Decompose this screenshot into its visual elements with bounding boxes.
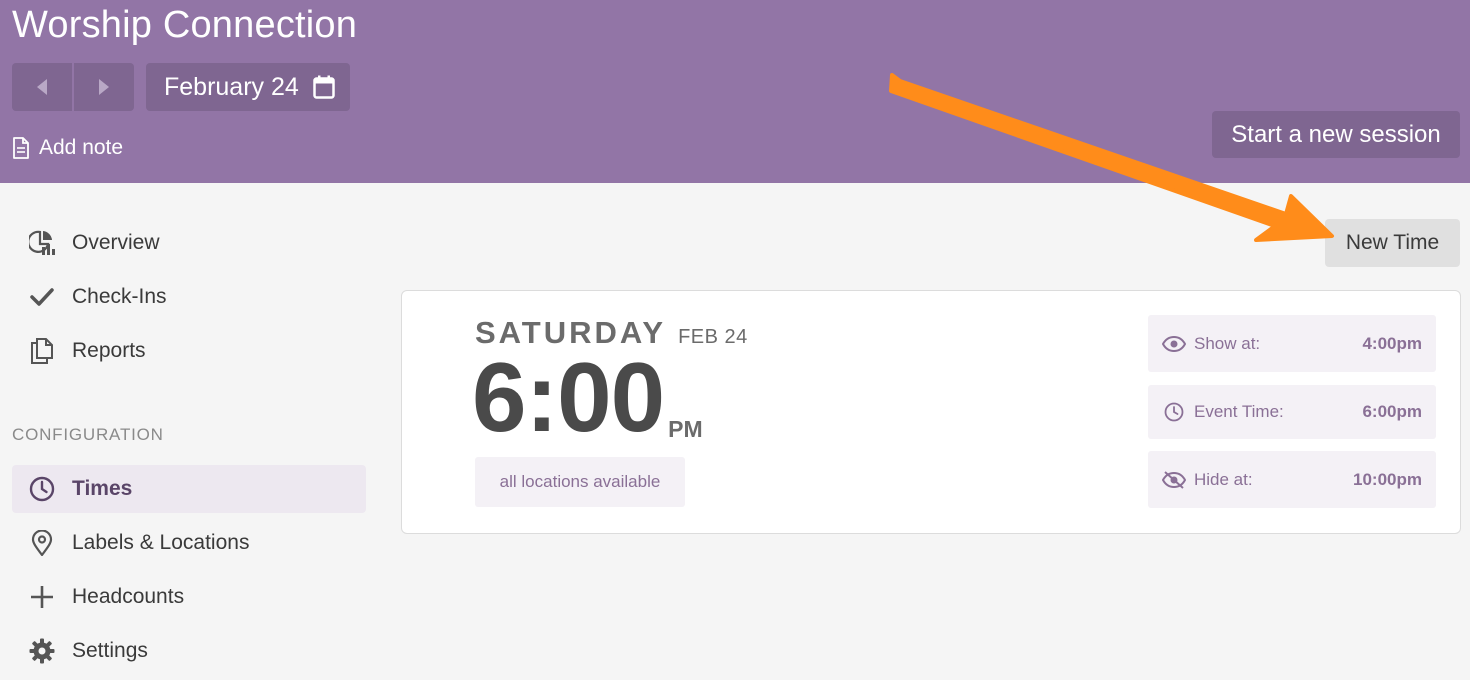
show-at-label: Show at: [1194,333,1261,353]
map-pin-icon [12,530,72,556]
event-time-row: Event Time: 6:00pm [1148,385,1436,439]
sidebar-item-labels-locations[interactable]: Labels & Locations [12,519,366,567]
add-note-button[interactable]: Add note [12,134,123,162]
hide-at-value: 10:00pm [1353,469,1422,489]
caret-right-icon [99,79,109,95]
add-note-label: Add note [39,136,124,159]
locations-badge: all locations available [475,457,685,507]
sidebar-item-check-ins[interactable]: Check-Ins [12,273,366,321]
sidebar-item-settings[interactable]: Settings [12,627,366,675]
hide-at-label: Hide at: [1194,469,1253,489]
clock-icon [12,476,72,502]
sidebar-item-label: Times [72,477,133,500]
sidebar-item-label: Settings [72,639,148,662]
eye-slash-icon [1162,470,1186,489]
hide-at-row: Hide at: 10:00pm [1148,451,1436,508]
show-at-row: Show at: 4:00pm [1148,315,1436,372]
previous-day-button[interactable] [12,63,72,111]
date-label: February 24 [164,72,299,101]
next-day-button[interactable] [74,63,134,111]
event-time-display: 6:00 PM [472,347,703,447]
sidebar-item-label: Headcounts [72,585,185,608]
sidebar-item-reports[interactable]: Reports [12,327,366,375]
caret-left-icon [37,79,47,95]
sidebar-item-label: Check-Ins [72,285,167,308]
event-time-label: Event Time: [1194,402,1284,421]
start-new-session-button[interactable]: Start a new session [1212,111,1460,158]
event-time-value: 6:00pm [1362,402,1422,421]
sidebar-item-label: Reports [72,339,146,362]
sidebar-item-times[interactable]: Times [12,465,366,513]
calendar-icon [313,75,335,99]
configuration-heading: CONFIGURATION [12,425,164,444]
event-time: 6:00 [472,342,665,452]
document-icon [13,137,29,159]
sidebar-item-label: Labels & Locations [72,531,250,554]
event-ampm: PM [668,416,703,442]
eye-icon [1162,335,1186,352]
event-day-date: FEB 24 [678,326,748,348]
documents-icon [12,338,72,364]
sidebar-item-overview[interactable]: Overview [12,219,366,267]
date-nav-group [12,63,134,111]
app-title: Worship Connection [12,4,358,46]
clock-icon [1162,402,1186,422]
sidebar-item-headcounts[interactable]: Headcounts [12,573,366,621]
app-header: Worship Connection February 24 Add note … [0,0,1470,183]
check-icon [12,287,72,307]
show-at-value: 4:00pm [1362,333,1422,353]
new-time-button[interactable]: New Time [1325,219,1460,267]
plus-icon [12,585,72,609]
chart-icon [12,230,72,256]
event-time-card[interactable]: SATURDAY FEB 24 6:00 PM all locations av… [401,290,1461,534]
sidebar-item-label: Overview [72,231,160,254]
date-picker-button[interactable]: February 24 [146,63,350,111]
gear-icon [12,638,72,664]
